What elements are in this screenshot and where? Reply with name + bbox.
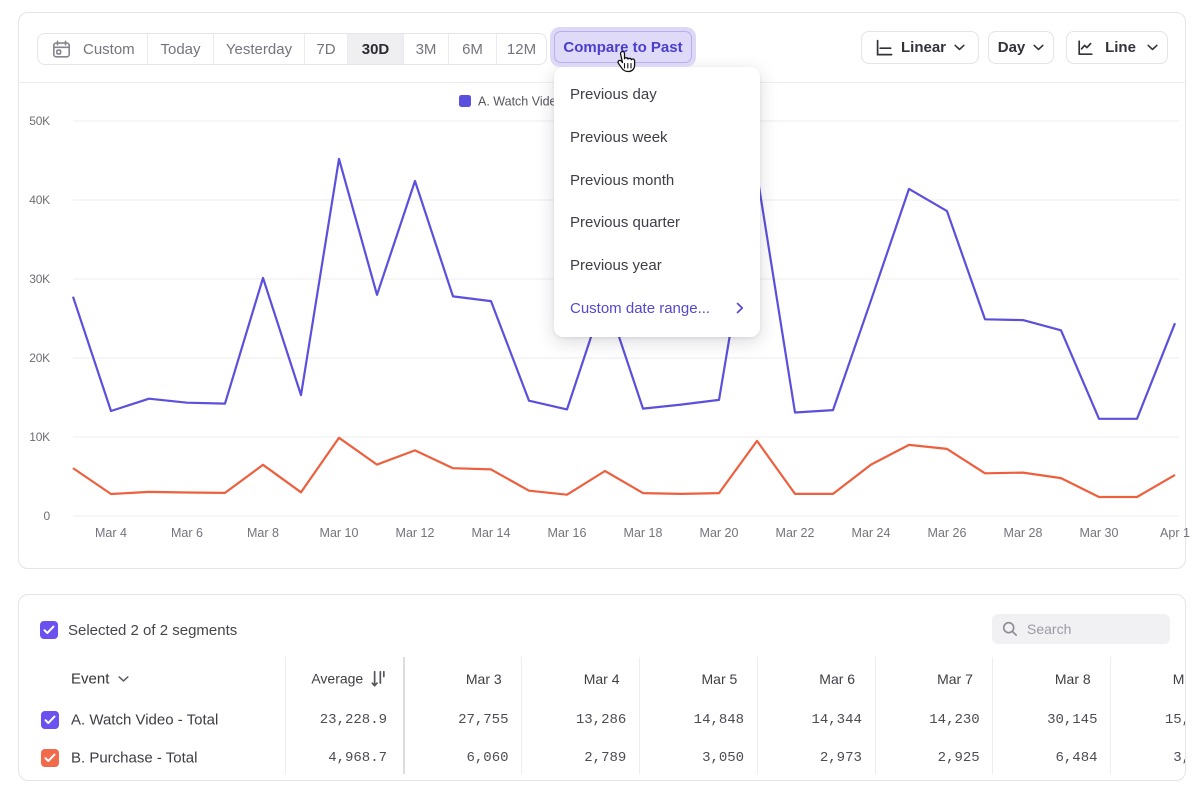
- svg-text:Mar 14: Mar 14: [472, 526, 511, 540]
- svg-text:Mar 4: Mar 4: [95, 526, 127, 540]
- svg-text:Mar 30: Mar 30: [1080, 526, 1119, 540]
- svg-text:30K: 30K: [29, 272, 50, 286]
- svg-text:Mar 16: Mar 16: [548, 526, 587, 540]
- svg-text:50K: 50K: [29, 114, 50, 128]
- svg-text:Mar 12: Mar 12: [396, 526, 435, 540]
- svg-text:Apr 1: Apr 1: [1160, 526, 1190, 540]
- svg-text:40K: 40K: [29, 193, 50, 207]
- svg-text:10K: 10K: [29, 430, 50, 444]
- svg-text:Mar 8: Mar 8: [247, 526, 279, 540]
- svg-text:Mar 20: Mar 20: [700, 526, 739, 540]
- svg-text:Mar 18: Mar 18: [624, 526, 663, 540]
- svg-text:Mar 10: Mar 10: [320, 526, 359, 540]
- svg-text:Mar 22: Mar 22: [776, 526, 815, 540]
- svg-text:Mar 26: Mar 26: [928, 526, 967, 540]
- svg-text:Mar 24: Mar 24: [852, 526, 891, 540]
- svg-text:0: 0: [44, 509, 51, 523]
- svg-text:20K: 20K: [29, 351, 50, 365]
- svg-text:Mar 6: Mar 6: [171, 526, 203, 540]
- svg-text:Mar 28: Mar 28: [1004, 526, 1043, 540]
